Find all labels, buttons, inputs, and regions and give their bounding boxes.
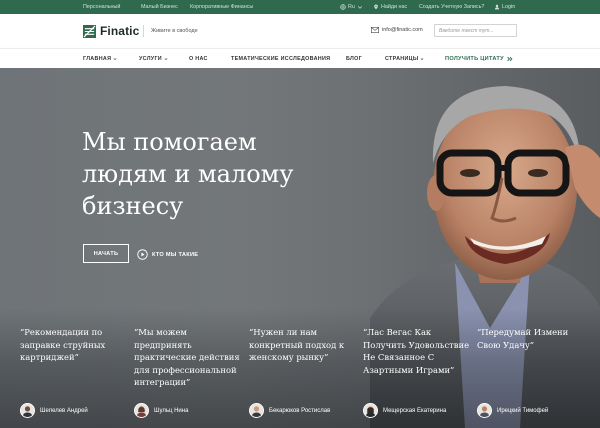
- double-chevron-right-icon: [507, 56, 513, 62]
- find-us-label: Найди нас: [381, 3, 408, 10]
- author-name: Ирецкий Тимофей: [497, 407, 549, 414]
- chevron-down-icon: [113, 58, 117, 60]
- main-nav: ГЛАВНАЯ УСЛУГИ О НАС ТЕМАТИЧЕСКИЕ ИССЛЕД…: [0, 48, 600, 68]
- chevron-down-icon: [164, 58, 168, 60]
- find-us-link[interactable]: Найди нас: [373, 4, 407, 10]
- author-name: Шепелев Андрей: [40, 407, 88, 414]
- chevron-down-icon: [357, 5, 362, 9]
- play-circle-icon: [137, 249, 148, 260]
- avatar: [363, 403, 378, 418]
- testimonial-quote: “Мы можем предпринять практические дейст…: [134, 327, 240, 388]
- top-link-small-business[interactable]: Малый Бизнес: [141, 4, 178, 10]
- globe-icon: [340, 3, 346, 10]
- nav-item-services[interactable]: УСЛУГИ: [139, 56, 168, 62]
- top-bar: Персональный Малый Бизнес Корпоративные …: [0, 0, 600, 14]
- language-selector[interactable]: Ru: [340, 4, 363, 10]
- get-quote-link[interactable]: ПОЛУЧИТЬ ЦИТАТУ: [445, 56, 513, 62]
- nav-label: УСЛУГИ: [139, 56, 162, 62]
- top-link-personal[interactable]: Персональный: [83, 4, 120, 10]
- nav-item-blog[interactable]: БЛОГ: [346, 56, 362, 62]
- hero-headline: Мы помогаем людям и малому бизнесу: [82, 126, 382, 222]
- nav-label: СТРАНИЦЫ: [385, 56, 419, 62]
- who-we-are-label: КТО МЫ ТАКИЕ: [152, 251, 199, 258]
- finatic-logo-icon: [83, 24, 96, 38]
- nav-label: БЛОГ: [346, 56, 362, 62]
- logo[interactable]: Finatic: [83, 24, 139, 38]
- nav-label: ГЛАВНАЯ: [83, 56, 112, 62]
- get-quote-label: ПОЛУЧИТЬ ЦИТАТУ: [445, 56, 504, 62]
- login-link[interactable]: Login: [494, 4, 515, 10]
- language-label: Ru: [348, 3, 355, 10]
- envelope-icon: [371, 27, 379, 33]
- nav-item-home[interactable]: ГЛАВНАЯ: [83, 56, 117, 62]
- user-icon: [494, 4, 500, 9]
- logo-text: Finatic: [100, 24, 140, 38]
- testimonial-author[interactable]: Мещерская Екатерина: [363, 403, 446, 418]
- search-input[interactable]: Введите текст тут...: [434, 24, 517, 37]
- author-name: Бекарюков Ростислав: [269, 407, 331, 414]
- testimonials-strip: “Рекомендации по заправке струйных картр…: [0, 308, 600, 428]
- start-button[interactable]: НАЧАТЬ: [83, 244, 129, 263]
- author-name: Мещерская Екатерина: [383, 407, 447, 414]
- testimonial-author[interactable]: Бекарюков Ростислав: [249, 403, 330, 418]
- testimonial-quote: “Нужен ли нам конкретный подход к женско…: [249, 327, 345, 363]
- headline-line: бизнесу: [82, 192, 184, 220]
- nav-label: О НАС: [189, 56, 208, 62]
- testimonial-author[interactable]: Шепелев Андрей: [20, 403, 88, 418]
- headline-line: людям и малому: [82, 160, 294, 188]
- testimonial-author[interactable]: Шульц Нина: [134, 403, 188, 418]
- avatar: [477, 403, 492, 418]
- testimonial-quote: “Рекомендации по заправке струйных картр…: [20, 327, 106, 363]
- header-divider: [143, 25, 144, 37]
- avatar: [134, 403, 149, 418]
- author-name: Шульц Нина: [154, 407, 189, 414]
- tagline: Живите в свободе: [151, 28, 198, 34]
- nav-label: ТЕМАТИЧЕСКИЕ ИССЛЕДОВАНИЯ: [231, 56, 331, 62]
- headline-line: Мы помогаем: [82, 128, 257, 156]
- nav-item-pages[interactable]: СТРАНИЦЫ: [385, 56, 424, 62]
- who-we-are-link[interactable]: КТО МЫ ТАКИЕ: [137, 249, 198, 260]
- email-text: info@finatic.com: [382, 27, 423, 33]
- map-pin-icon: [374, 3, 378, 9]
- header: Finatic Живите в свободе info@finatic.co…: [0, 14, 600, 48]
- nav-item-case-studies[interactable]: ТЕМАТИЧЕСКИЕ ИССЛЕДОВАНИЯ: [231, 56, 330, 62]
- top-link-corporate[interactable]: Корпоративные Финансы: [190, 4, 253, 10]
- testimonial-quote: “Лас Вегас Как Получить Удовольствие Не …: [363, 327, 470, 375]
- chevron-down-icon: [421, 58, 424, 60]
- nav-item-about[interactable]: О НАС: [189, 56, 208, 62]
- create-account-link[interactable]: Создать Учетную Запись?: [419, 4, 484, 10]
- testimonial-author[interactable]: Ирецкий Тимофей: [477, 403, 548, 418]
- avatar: [20, 403, 35, 418]
- email-link[interactable]: info@finatic.com: [371, 27, 423, 33]
- avatar: [249, 403, 264, 418]
- testimonial-quote: “Передумай Измени Свою Удачу”: [477, 327, 569, 350]
- login-label: Login: [502, 3, 516, 10]
